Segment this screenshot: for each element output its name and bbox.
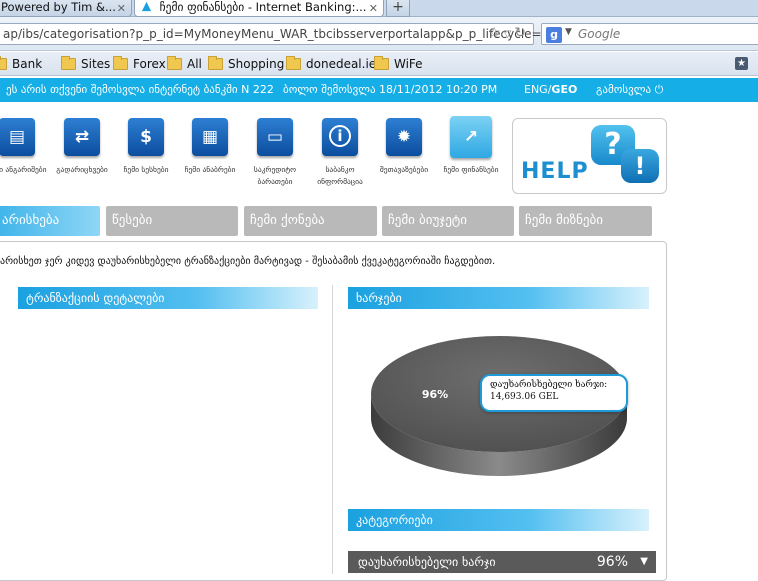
- site-top-bar: ეს არის თქვენი შემოსვლა ინტერნეტ ბანკში …: [0, 78, 758, 102]
- last-login: ბოლო შემოსვლა 18/11/2012 10:20 PM: [283, 83, 498, 96]
- site-favicon-icon: [141, 1, 152, 12]
- menu-my-finances[interactable]: ↗ ჩემი ფინანსები: [441, 116, 501, 198]
- lang-eng[interactable]: ENG/: [524, 83, 551, 96]
- expenses-header: ხარჯები: [348, 287, 649, 309]
- menu-label: საბანკო ინფორმაცია: [317, 165, 363, 186]
- folder-icon: [61, 56, 76, 70]
- categories-header: კატეგორიები: [348, 509, 649, 531]
- exclamation-bubble-icon: !: [621, 149, 659, 183]
- dropdown-arrow-icon[interactable]: ▽: [504, 29, 515, 40]
- help-banner[interactable]: HELP ? !: [512, 118, 667, 194]
- tooltip-category: დაუხარისხებელი ხარჯი:: [490, 380, 608, 390]
- column-divider: [332, 285, 333, 574]
- close-tab-1-icon[interactable]: ✕: [117, 1, 126, 16]
- credit-card-icon: ▭: [257, 118, 293, 156]
- search-placeholder: Google: [578, 27, 621, 41]
- browser-tab-bar: Powered by Tim &... ✕ ჩემი ფინანსები - I…: [0, 0, 758, 17]
- address-bar-url: ap/ibs/categorisation?p_p_id=MyMoneyMenu…: [3, 27, 542, 41]
- tab-categorisation[interactable]: არისხება: [0, 206, 100, 236]
- folder-icon: [0, 56, 7, 70]
- pie-data-label: 96%: [422, 388, 448, 401]
- close-tab-2-icon[interactable]: ✕: [369, 1, 378, 16]
- browser-tab-2[interactable]: ჩემი ფინანსები - Internet Banking:... ✕: [134, 0, 384, 17]
- menu-label: შეთავაზებები: [379, 165, 429, 174]
- category-percent: 96%: [596, 554, 628, 570]
- bookmark-all[interactable]: All: [167, 56, 202, 72]
- bookmark-label: Shopping: [228, 57, 285, 71]
- bookmark-label: All: [187, 57, 202, 71]
- lang-geo[interactable]: GEO: [551, 83, 577, 96]
- accounts-icon: ▤: [0, 118, 35, 156]
- menu-label: ჩემი სესხები: [123, 165, 169, 174]
- menu-label: ჩემი ანაბრები: [184, 165, 236, 174]
- bookmark-star-icon[interactable]: ☆: [488, 25, 504, 41]
- power-icon: ⏻: [654, 83, 664, 96]
- transaction-details-header: ტრანზაქციის დეტალები: [18, 287, 318, 309]
- help-text: HELP: [521, 159, 589, 184]
- menu-my-loans[interactable]: $ ჩემი სესხები: [116, 118, 176, 198]
- expand-caret-icon[interactable]: ▼: [640, 551, 648, 573]
- logout-link[interactable]: გამოსვლა ⏻: [596, 78, 663, 102]
- tab-rules[interactable]: წესები: [106, 206, 238, 236]
- bookmarks-toolbar: Bank Sites Forex All Shopping donedeal.i…: [0, 52, 758, 76]
- pie-tooltip: დაუხარისხებელი ხარჯი: 14,693.06 GEL: [480, 374, 628, 412]
- folder-icon: [208, 56, 223, 70]
- menu-bank-info[interactable]: i საბანკო ინფორმაცია: [310, 118, 370, 198]
- address-bar[interactable]: ap/ibs/categorisation?p_p_id=MyMoneyMenu…: [0, 23, 542, 45]
- menu-offers[interactable]: ✹ შეთავაზებები: [374, 118, 434, 198]
- login-count-notice: ეს არის თქვენი შემოსვლა ინტერნეტ ბანკში …: [6, 83, 274, 96]
- bookmarks-menu-icon[interactable]: ★: [735, 57, 748, 70]
- folder-icon: [113, 56, 128, 70]
- deposits-icon: ▦: [192, 118, 228, 156]
- logout-label: გამოსვლა: [596, 83, 652, 96]
- bookmark-label: Bank: [12, 57, 43, 71]
- browser-tab-1-title: Powered by Tim &...: [1, 0, 116, 14]
- browser-tab-1[interactable]: Powered by Tim &... ✕: [0, 0, 132, 17]
- bookmark-label: donedeal.ie: [306, 57, 377, 71]
- bookmark-donedeal[interactable]: donedeal.ie: [286, 56, 376, 72]
- address-bar-icons: ☆▽↻: [488, 25, 529, 41]
- info-icon: i: [322, 118, 358, 156]
- menu-transfers[interactable]: ⇄ გადარიცხვები: [52, 118, 112, 198]
- bookmark-label: Sites: [81, 57, 111, 71]
- folder-icon: [167, 56, 182, 70]
- transfer-icon: ⇄: [64, 118, 100, 156]
- category-name: დაუხარისხებელი ხარჯი: [358, 555, 496, 569]
- google-logo-icon: g: [546, 27, 562, 43]
- menu-label: ჩემი ფინანსები: [443, 165, 499, 174]
- finances-icon: ↗: [450, 116, 492, 158]
- bookmark-shopping[interactable]: Shopping: [208, 56, 284, 72]
- search-engine-dropdown-icon[interactable]: ▼: [565, 27, 572, 37]
- bookmark-wife[interactable]: WiFe: [374, 56, 423, 72]
- bookmark-label: WiFe: [394, 57, 423, 71]
- bookmark-forex[interactable]: Forex: [113, 56, 166, 72]
- offers-icon: ✹: [386, 118, 422, 156]
- category-row-uncategorised[interactable]: დაუხარისხებელი ხარჯი 96% ▼: [348, 551, 656, 573]
- tooltip-amount: 14,693.06 GEL: [490, 392, 559, 402]
- bookmark-bank[interactable]: Bank: [0, 56, 42, 72]
- new-tab-button[interactable]: +: [386, 0, 410, 17]
- language-switch[interactable]: ENG/GEO: [524, 78, 577, 102]
- menu-label: ჩემი ანგარიშები: [0, 165, 47, 174]
- loans-icon: $: [128, 118, 164, 156]
- reload-icon[interactable]: ↻: [514, 25, 529, 41]
- menu-my-accounts[interactable]: ▤ ჩემი ანგარიშები: [0, 118, 47, 198]
- search-box[interactable]: g ▼ Google: [541, 23, 758, 45]
- menu-credit-cards[interactable]: ▭ საკრედიტო ბარათები: [245, 118, 305, 198]
- tab-my-budget[interactable]: ჩემი ბიუჯეტი: [382, 206, 514, 236]
- tab-my-assets[interactable]: ჩემი ქონება: [244, 206, 377, 236]
- menu-label: გადარიცხვები: [56, 165, 108, 174]
- bookmark-label: Forex: [133, 57, 166, 71]
- folder-icon: [374, 56, 389, 70]
- browser-tab-2-title: ჩემი ფინანსები - Internet Banking:...: [159, 0, 367, 14]
- folder-icon: [286, 56, 301, 70]
- menu-my-deposits[interactable]: ▦ ჩემი ანაბრები: [180, 118, 240, 198]
- categorisation-notice: არისხეთ ჯერ კიდევ დაუხარისხებელი ტრანზაქ…: [0, 256, 496, 267]
- bookmark-sites[interactable]: Sites: [61, 56, 110, 72]
- tab-my-goals[interactable]: ჩემი მიზნები: [519, 206, 652, 236]
- menu-label: საკრედიტო ბარათები: [253, 165, 297, 186]
- browser-nav-bar: ap/ibs/categorisation?p_p_id=MyMoneyMenu…: [0, 17, 758, 51]
